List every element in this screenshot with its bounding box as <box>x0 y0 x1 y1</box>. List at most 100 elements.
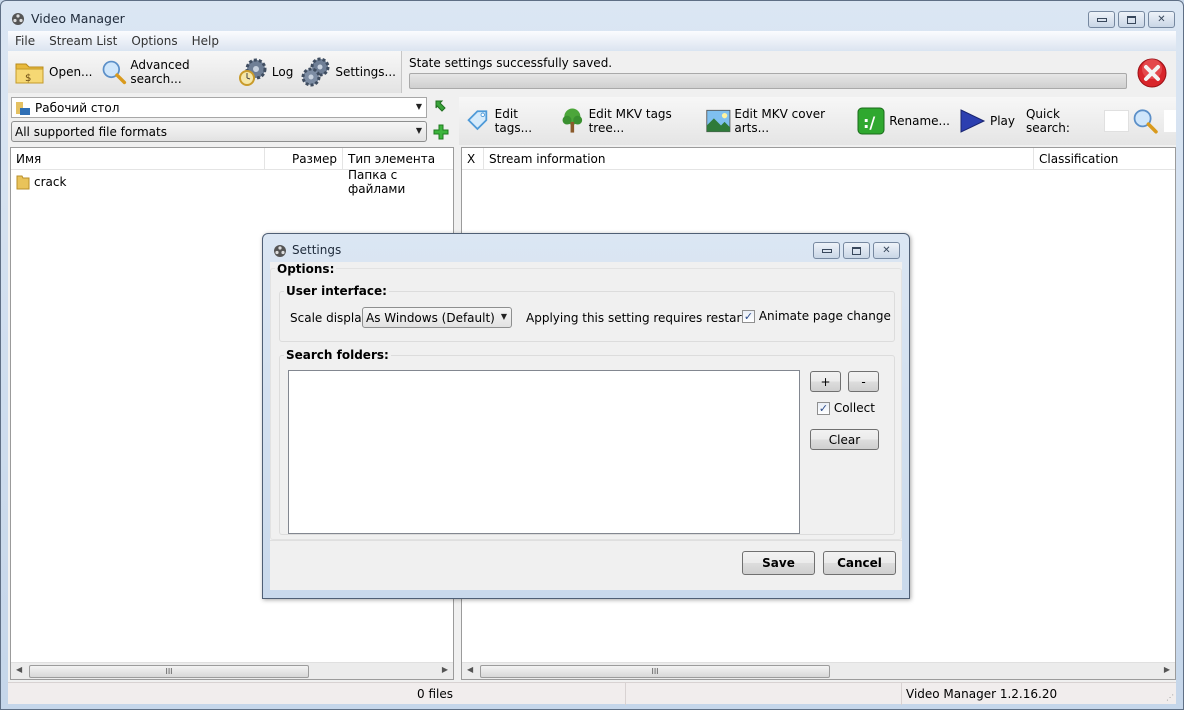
dialog-title: Settings <box>292 243 342 257</box>
rename-button[interactable]: :/ Rename... <box>854 103 955 139</box>
maximize-button[interactable] <box>1118 11 1145 28</box>
main-toolbar: $ Open... Advanced search... Log Setting… <box>8 51 402 93</box>
menu-options[interactable]: Options <box>124 34 184 48</box>
column-classification[interactable]: Classification <box>1034 148 1174 170</box>
chevron-down-icon: ▼ <box>415 102 422 111</box>
add-folder-button[interactable]: + <box>810 371 841 392</box>
save-button[interactable]: Save <box>742 551 815 575</box>
search-icon[interactable] <box>1131 105 1160 137</box>
options-group: Options: User interface: Scale display: … <box>270 262 902 540</box>
folder-music-icon: $ <box>15 63 44 84</box>
go-up-icon[interactable] <box>432 98 450 116</box>
scale-display-select[interactable]: As Windows (Default) ▼ <box>362 307 512 328</box>
column-stream-information[interactable]: Stream information <box>484 148 1034 170</box>
minimize-icon <box>1096 17 1107 22</box>
list-item[interactable]: crack Папка с файлами <box>11 168 453 196</box>
title-bar[interactable]: Video Manager ✕ <box>1 1 1183 33</box>
open-label: Open... <box>49 65 93 79</box>
advanced-search-button[interactable]: Advanced search... <box>98 54 235 90</box>
collect-checkbox[interactable]: ✓ Collect <box>817 401 875 415</box>
dialog-maximize-button[interactable] <box>843 242 870 259</box>
column-x[interactable]: X <box>462 148 484 170</box>
gears-icon <box>301 57 330 87</box>
checkbox-checked-icon[interactable]: ✓ <box>742 310 755 323</box>
minimize-button[interactable] <box>1088 11 1115 28</box>
edit-tags-button[interactable]: Edit tags... <box>463 103 557 139</box>
close-icon: ✕ <box>1157 14 1166 25</box>
column-type[interactable]: Тип элемента <box>343 148 453 170</box>
scroll-thumb[interactable]: III <box>480 665 830 678</box>
dialog-minimize-button[interactable] <box>813 242 840 259</box>
dialog-title-bar[interactable]: Settings ✕ <box>263 234 909 262</box>
maximize-icon <box>1127 15 1136 24</box>
scale-display-label: Scale display: <box>290 311 372 325</box>
cancel-operation-icon[interactable] <box>1136 57 1168 89</box>
collect-label: Collect <box>833 401 875 415</box>
edit-mkv-cover-arts-label: Edit MKV cover arts... <box>734 107 826 135</box>
advanced-search-label: Advanced search... <box>130 58 190 86</box>
minimize-icon <box>821 248 832 253</box>
scroll-right-icon[interactable]: ▶ <box>442 665 448 674</box>
location-combo[interactable]: Рабочий стол ▼ <box>11 97 427 118</box>
landscape-picture-icon <box>706 109 731 133</box>
scroll-left-icon[interactable]: ◀ <box>467 665 473 674</box>
animate-page-change-checkbox[interactable]: ✓ Animate page change <box>742 309 891 323</box>
scroll-right-icon[interactable]: ▶ <box>1164 665 1170 674</box>
add-plus-icon[interactable] <box>432 123 450 141</box>
cancel-button[interactable]: Cancel <box>823 551 896 575</box>
status-files-cell: 0 files <box>8 683 626 705</box>
dialog-close-button[interactable]: ✕ <box>873 242 900 259</box>
tag-icon <box>467 110 488 131</box>
search-extra-field[interactable] <box>1163 110 1176 132</box>
version-text: Video Manager 1.2.16.20 <box>906 687 1058 701</box>
user-interface-group: User interface: Scale display: As Window… <box>279 284 895 342</box>
horizontal-scrollbar[interactable]: ◀ III ▶ <box>11 662 453 679</box>
remove-folder-button[interactable]: - <box>848 371 879 392</box>
horizontal-scrollbar[interactable]: ◀ III ▶ <box>462 662 1175 679</box>
file-format-filter[interactable]: All supported file formats ▼ <box>11 121 427 142</box>
scroll-left-icon[interactable]: ◀ <box>16 665 22 674</box>
status-area: State settings successfully saved. <box>404 51 1176 93</box>
dialog-body: Options: User interface: Scale display: … <box>270 262 902 590</box>
log-label: Log <box>271 65 294 79</box>
progress-bar <box>409 73 1127 89</box>
quick-search-input[interactable] <box>1103 110 1129 132</box>
menu-file[interactable]: File <box>8 34 42 48</box>
rename-icon: :/ <box>857 107 885 135</box>
settings-label: Settings... <box>335 65 396 79</box>
grip: III <box>165 667 173 676</box>
grip: III <box>651 667 659 676</box>
play-button[interactable]: Play <box>955 103 1020 139</box>
chevron-down-icon: ▼ <box>500 312 507 321</box>
app-reel-icon <box>274 245 286 257</box>
filter-value: All supported file formats <box>15 124 167 139</box>
resize-grip-icon[interactable]: ⋰ <box>1166 693 1174 702</box>
magnifier-icon <box>102 60 126 85</box>
search-folders-group: Search folders: + - ✓ Collect Clear <box>279 348 895 535</box>
edit-mkv-tags-tree-label: Edit MKV tags tree... <box>588 107 672 135</box>
column-size[interactable]: Размер <box>265 148 343 170</box>
edit-mkv-tags-tree-button[interactable]: Edit MKV tags tree... <box>557 103 703 139</box>
checkbox-checked-icon[interactable]: ✓ <box>817 402 830 415</box>
dialog-footer: Save Cancel <box>270 540 902 590</box>
search-folders-title: Search folders: <box>284 348 391 362</box>
options-title: Options: <box>275 262 337 276</box>
svg-text:$: $ <box>25 73 31 84</box>
close-button[interactable]: ✕ <box>1148 11 1175 28</box>
settings-dialog: Settings ✕ Options: User interface: Scal… <box>262 233 910 599</box>
menu-help[interactable]: Help <box>185 34 226 48</box>
search-folders-list[interactable] <box>288 370 800 534</box>
status-bar: 0 files Video Manager 1.2.16.20 ⋰ <box>8 682 1176 705</box>
column-name[interactable]: Имя <box>11 148 265 170</box>
animate-label: Animate page change <box>758 309 891 323</box>
quick-search-label: Quick search: <box>1025 107 1070 135</box>
settings-button[interactable]: Settings... <box>298 54 401 90</box>
clear-button[interactable]: Clear <box>810 429 879 450</box>
edit-mkv-cover-arts-button[interactable]: Edit MKV cover arts... <box>703 103 855 139</box>
restart-note: Applying this setting requires restart. <box>526 311 750 325</box>
desktop-folder-icon <box>16 101 30 115</box>
scroll-thumb[interactable]: III <box>29 665 309 678</box>
open-button[interactable]: $ Open... <box>12 54 98 90</box>
log-button[interactable]: Log <box>235 54 298 90</box>
menu-stream-list[interactable]: Stream List <box>42 34 124 48</box>
